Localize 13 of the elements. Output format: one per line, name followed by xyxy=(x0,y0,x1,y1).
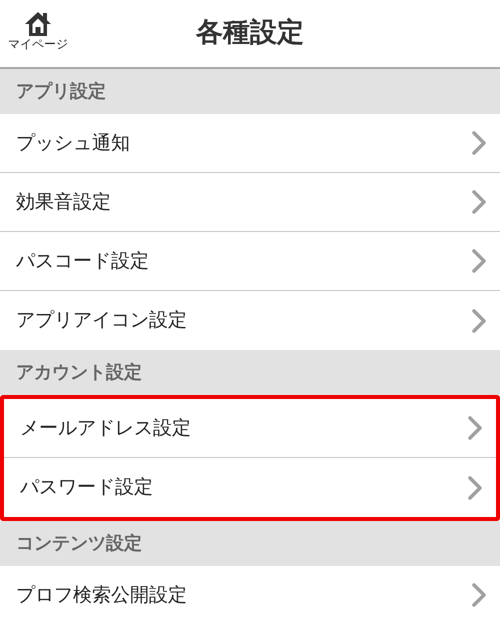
section-header: コンテンツ設定 xyxy=(0,521,500,566)
chevron-right-icon xyxy=(472,131,486,155)
chevron-right-icon xyxy=(472,308,486,332)
section-header: アプリ設定 xyxy=(0,69,500,114)
chevron-right-icon xyxy=(472,190,486,214)
chevron-right-icon xyxy=(468,476,482,500)
chevron-right-icon xyxy=(468,416,482,440)
home-button[interactable]: マイページ xyxy=(8,10,68,50)
chevron-right-icon xyxy=(472,583,486,607)
section-header: アカウント設定 xyxy=(0,350,500,395)
page-title: 各種設定 xyxy=(196,16,304,50)
chevron-right-icon xyxy=(472,249,486,273)
home-icon xyxy=(23,10,53,38)
